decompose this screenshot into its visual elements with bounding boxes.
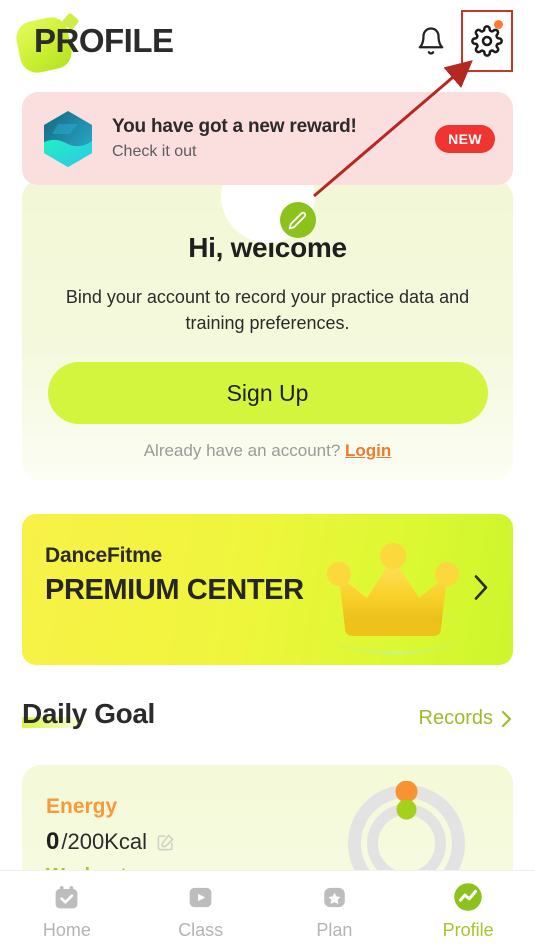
signup-button[interactable]: Sign Up: [47, 362, 488, 425]
reward-gem-icon: [40, 108, 96, 170]
premium-text-group: DanceFitme PREMIUM CENTER: [45, 544, 304, 607]
reward-banner[interactable]: You have got a new reward! Check it out …: [22, 92, 513, 185]
login-prompt: Already have an account?: [143, 441, 346, 461]
new-badge: NEW: [435, 124, 495, 153]
welcome-description: Bind your account to record your practic…: [65, 287, 470, 334]
nav-item-class[interactable]: Class: [134, 881, 268, 941]
play-square-icon: [185, 881, 217, 913]
calendar-check-icon: [51, 881, 83, 913]
reward-subtitle: Check it out: [112, 143, 197, 160]
gear-icon: [471, 25, 503, 57]
energy-value-row: 0 /200Kcal: [46, 828, 175, 856]
nav-item-plan[interactable]: Plan: [268, 881, 402, 941]
nav-label-plan: Plan: [316, 920, 353, 940]
reward-title: You have got a new reward!: [112, 116, 357, 137]
page-title-label: PROFILE: [34, 22, 174, 59]
energy-target: /200Kcal: [61, 829, 147, 854]
pencil-icon: [288, 211, 307, 229]
crown-icon: [323, 536, 473, 661]
daily-goal-header: Daily Goal Records: [22, 698, 513, 730]
reward-text-group: You have got a new reward! Check it out: [96, 116, 435, 161]
profile-screen: PROFILE You have got a new reward! Check…: [0, 0, 535, 951]
nav-label-profile: Profile: [442, 920, 494, 940]
activity-chart-icon: [452, 881, 484, 913]
edit-square-icon: [157, 834, 174, 850]
notifications-button[interactable]: [409, 19, 453, 63]
nav-item-home[interactable]: Home: [0, 881, 134, 941]
avatar-edit-button[interactable]: [279, 202, 316, 238]
premium-brand: DanceFitme: [45, 544, 163, 567]
daily-goal-title-wrap: Daily Goal: [22, 698, 155, 730]
daily-goal-title: Daily Goal: [22, 698, 155, 729]
star-square-icon: [318, 881, 350, 913]
nav-item-profile[interactable]: Profile: [401, 881, 535, 941]
header-actions: [409, 10, 513, 72]
settings-notification-dot: [494, 20, 503, 29]
login-link[interactable]: Login: [345, 441, 391, 460]
records-link[interactable]: Records: [419, 707, 513, 730]
welcome-card: Hi, welcome Bind your account to record …: [22, 152, 513, 480]
login-row: Already have an account? Login: [144, 441, 392, 461]
premium-title: PREMIUM CENTER: [45, 574, 304, 606]
bottom-navigation: Home Class Plan Profile: [0, 870, 535, 951]
nav-label-class: Class: [178, 920, 224, 940]
bell-icon: [418, 27, 444, 55]
settings-button[interactable]: [461, 10, 513, 72]
app-header: PROFILE: [0, 0, 535, 82]
premium-center-banner[interactable]: DanceFitme PREMIUM CENTER: [22, 514, 513, 665]
chevron-right-icon: [501, 710, 512, 727]
page-title: PROFILE: [13, 11, 174, 76]
progress-rings: [344, 780, 469, 870]
nav-label-home: Home: [42, 920, 91, 940]
energy-current: 0: [46, 828, 60, 855]
energy-label: Energy: [46, 795, 118, 818]
premium-chevron: [471, 571, 491, 608]
energy-goal-card[interactable]: Energy 0 /200Kcal Workout: [22, 765, 513, 870]
records-label: Records: [418, 707, 493, 729]
chevron-right-icon: [474, 574, 488, 600]
energy-edit-button[interactable]: [156, 833, 175, 852]
